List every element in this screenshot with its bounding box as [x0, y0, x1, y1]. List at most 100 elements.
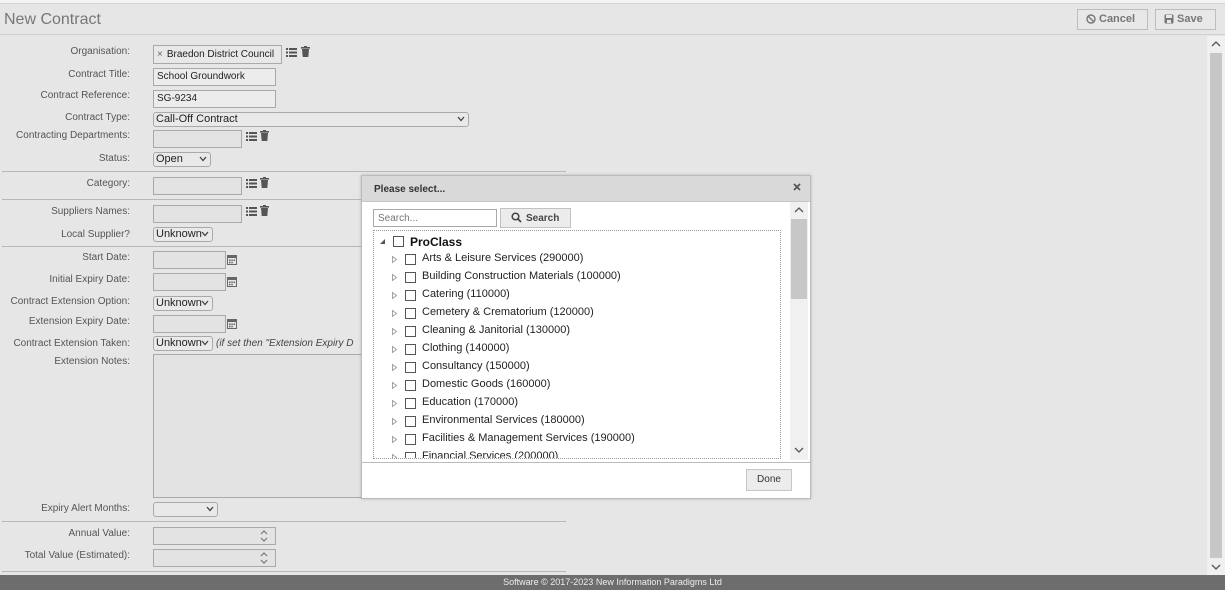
expand-icon[interactable]	[391, 255, 398, 264]
tree-item-checkbox[interactable]	[405, 434, 416, 445]
annual-value-input[interactable]	[153, 527, 276, 545]
chevron-down-icon	[457, 116, 465, 122]
suppliers-delete-icon[interactable]	[260, 205, 269, 216]
tree-item-checkbox[interactable]	[405, 344, 416, 355]
suppliers-list-icon[interactable]	[246, 206, 257, 216]
category-list-icon[interactable]	[246, 178, 257, 188]
calendar-icon[interactable]	[227, 276, 237, 287]
expand-icon[interactable]	[391, 453, 398, 459]
extension-notes-label: Extension Notes:	[54, 356, 130, 367]
tree-item-checkbox[interactable]	[405, 290, 416, 301]
close-icon[interactable]	[792, 182, 802, 192]
initial-expiry-date-input[interactable]	[153, 273, 226, 291]
expiry-alert-months-select[interactable]	[153, 502, 218, 517]
spinner-icon[interactable]	[259, 551, 269, 565]
scroll-down-icon[interactable]	[794, 446, 804, 454]
total-value-label: Total Value (Estimated):	[24, 550, 130, 561]
contract-reference-input[interactable]: SG-9234	[153, 90, 276, 108]
extension-expiry-date-label: Extension Expiry Date:	[28, 316, 130, 327]
page-scrollbar[interactable]	[1207, 36, 1225, 575]
category-tree: ProClass Arts & Leisure Services (290000…	[373, 230, 781, 459]
expand-icon[interactable]	[391, 381, 398, 390]
collapse-icon[interactable]	[379, 238, 386, 245]
status-select[interactable]: Open	[153, 152, 211, 167]
tree-item-label: Domestic Goods (160000)	[422, 378, 551, 390]
cancel-label: Cancel	[1099, 13, 1136, 25]
expand-icon[interactable]	[391, 345, 398, 354]
tree-item-checkbox[interactable]	[405, 362, 416, 373]
tree-item-label: Arts & Leisure Services (290000)	[422, 252, 584, 264]
organisation-delete-icon[interactable]	[301, 46, 310, 57]
contract-extension-option-select[interactable]: Unknown	[153, 296, 213, 311]
done-button[interactable]: Done	[746, 469, 792, 491]
contracting-departments-label: Contracting Departments:	[16, 130, 130, 141]
expiry-alert-months-label: Expiry Alert Months:	[41, 503, 130, 514]
contract-type-select[interactable]: Call-Off Contract	[153, 112, 469, 127]
organisation-remove-button[interactable]: ×	[157, 49, 163, 60]
dialog-search-input[interactable]	[373, 209, 497, 227]
dialog-title: Please select...	[374, 184, 446, 195]
save-button[interactable]: Save	[1155, 9, 1216, 30]
contract-extension-taken-select[interactable]: Unknown	[153, 336, 213, 351]
dialog-scrollbar[interactable]	[790, 202, 808, 460]
expand-icon[interactable]	[391, 309, 398, 318]
expand-icon[interactable]	[391, 273, 398, 282]
tree-item-checkbox[interactable]	[405, 326, 416, 337]
suppliers-names-input[interactable]	[153, 205, 242, 223]
expand-icon[interactable]	[391, 399, 398, 408]
tree-item-checkbox[interactable]	[405, 380, 416, 391]
start-date-input[interactable]	[153, 251, 226, 269]
scroll-up-icon[interactable]	[1211, 40, 1221, 48]
tree-item-checkbox[interactable]	[405, 254, 416, 265]
dialog-scrollbar-thumb[interactable]	[791, 219, 807, 299]
scroll-down-icon[interactable]	[1211, 563, 1221, 571]
contracting-departments-input[interactable]	[153, 130, 242, 148]
cancel-button[interactable]: Cancel	[1077, 9, 1148, 30]
calendar-icon[interactable]	[227, 318, 237, 329]
dialog-search-button[interactable]: Search	[500, 208, 571, 228]
category-input[interactable]	[153, 177, 242, 195]
tree-item-checkbox[interactable]	[405, 398, 416, 409]
spinner-icon[interactable]	[259, 529, 269, 543]
tree-item-label: Facilities & Management Services (190000…	[422, 432, 635, 444]
expand-icon[interactable]	[391, 291, 398, 300]
expand-icon[interactable]	[391, 363, 398, 372]
expand-icon[interactable]	[391, 417, 398, 426]
tree-item-checkbox[interactable]	[405, 272, 416, 283]
chevron-down-icon	[201, 300, 209, 306]
extension-expiry-date-input[interactable]	[153, 315, 226, 333]
save-icon	[1164, 14, 1174, 24]
total-value-input[interactable]	[153, 549, 276, 567]
chevron-down-icon	[206, 506, 214, 512]
departments-list-icon[interactable]	[246, 131, 257, 141]
calendar-icon[interactable]	[227, 254, 237, 265]
scroll-up-icon[interactable]	[794, 206, 804, 214]
tree-item-label: Consultancy (150000)	[422, 360, 530, 372]
organisation-value: Braedon District Council	[166, 49, 275, 60]
page-title: New Contract	[4, 11, 101, 28]
tree-root-checkbox[interactable]	[393, 236, 404, 247]
tree-item-checkbox[interactable]	[405, 416, 416, 427]
contract-extension-option-label: Contract Extension Option:	[10, 296, 130, 307]
organisation-tag: × Braedon District Council	[153, 45, 282, 64]
chevron-down-icon	[201, 231, 209, 237]
tree-root-label: ProClass	[410, 235, 463, 249]
tree-item-checkbox[interactable]	[405, 308, 416, 319]
initial-expiry-date-label: Initial Expiry Date:	[49, 274, 130, 285]
local-supplier-select[interactable]: Unknown	[153, 227, 213, 242]
search-icon	[511, 212, 522, 223]
contract-title-input[interactable]: School Groundwork	[153, 68, 276, 86]
extension-notes-textarea[interactable]	[153, 354, 363, 498]
expand-icon[interactable]	[391, 327, 398, 336]
search-button-label: Search	[526, 213, 560, 224]
tree-item-checkbox[interactable]	[405, 452, 416, 458]
local-supplier-value: Unknown	[156, 228, 202, 240]
top-border	[0, 0, 1225, 4]
page-scrollbar-thumb[interactable]	[1210, 53, 1222, 558]
departments-delete-icon[interactable]	[260, 130, 269, 141]
category-delete-icon[interactable]	[260, 177, 269, 188]
annual-value-label: Annual Value:	[68, 528, 130, 539]
contract-reference-label: Contract Reference:	[40, 90, 131, 101]
expand-icon[interactable]	[391, 435, 398, 444]
organisation-list-icon[interactable]	[286, 47, 297, 57]
